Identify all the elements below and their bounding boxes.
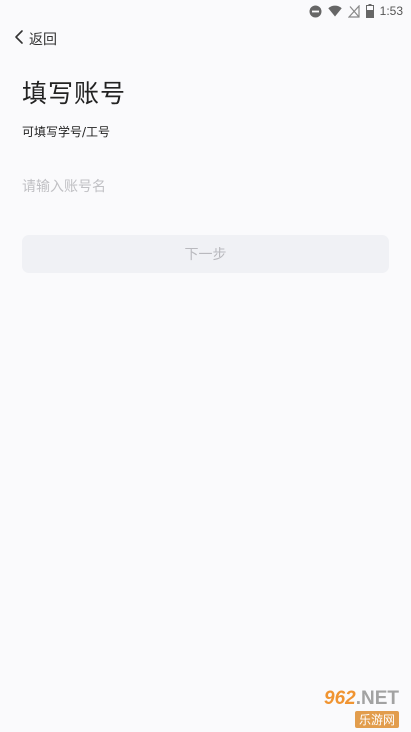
next-button[interactable]: 下一步: [22, 235, 389, 273]
back-button[interactable]: 返回: [14, 28, 57, 50]
watermark-brand: 962.NET: [324, 688, 399, 710]
page-title: 填写账号: [22, 79, 127, 108]
account-input[interactable]: [22, 174, 388, 200]
no-signal-icon: [347, 4, 360, 18]
status-icons: 1:53: [309, 3, 403, 19]
watermark-brand-number: 962: [324, 688, 356, 709]
status-bar: 1:53: [0, 0, 411, 22]
status-time: 1:53: [379, 4, 403, 18]
battery-icon: [365, 4, 374, 18]
wifi-icon: [327, 5, 342, 17]
watermark-site-name: 乐游网: [354, 711, 399, 728]
watermark-domain: .NET: [355, 688, 399, 709]
chevron-left-icon: [14, 29, 24, 49]
back-label: 返回: [29, 32, 57, 48]
dnd-icon: [309, 5, 322, 18]
watermark-logo: 962.NET 乐游网: [271, 688, 403, 728]
page-subtitle: 可填写学号/工号: [22, 125, 111, 139]
